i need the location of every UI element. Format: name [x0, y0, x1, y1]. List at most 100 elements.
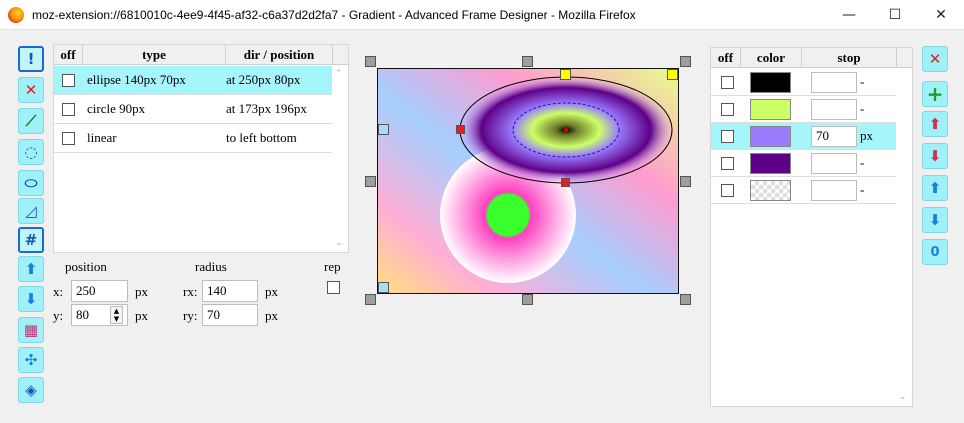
delete-icon: ✕: [24, 80, 38, 99]
rep-checkbox[interactable]: [327, 281, 340, 294]
color-swatch[interactable]: [750, 153, 791, 174]
frame-handle-l[interactable]: [365, 176, 376, 187]
flip-button[interactable]: ◈: [18, 377, 44, 403]
flip-horizontal-icon: ◈: [25, 380, 37, 399]
stop-unit: -: [860, 101, 865, 116]
color-grid-button[interactable]: ▦: [18, 317, 44, 343]
stop-input[interactable]: [811, 72, 857, 93]
firefox-icon: [8, 7, 24, 23]
rep-label: rep: [324, 259, 341, 274]
stop-input[interactable]: [811, 180, 857, 201]
linear-end-handle[interactable]: [378, 282, 389, 293]
add-ellipse-button[interactable]: ⬭: [18, 170, 44, 196]
ry-input[interactable]: 70: [202, 304, 258, 326]
move-stop-up-icon: ⬆: [928, 114, 942, 133]
scroll-up-icon[interactable]: ⌃: [335, 69, 343, 79]
stop-input[interactable]: [811, 99, 857, 120]
frame-handle-t[interactable]: [522, 56, 533, 67]
add-stop-button[interactable]: +: [922, 81, 948, 107]
stop-row[interactable]: -: [711, 177, 897, 204]
delete-stop-button[interactable]: ✕: [922, 46, 948, 72]
stop-off-checkbox[interactable]: [721, 157, 734, 170]
frame-handle-br[interactable]: [680, 294, 691, 305]
stop-row[interactable]: -: [711, 96, 897, 123]
delete-shape-button[interactable]: ✕: [18, 77, 44, 103]
ellipse-rx-handle[interactable]: [456, 125, 465, 134]
add-linear-gradient-icon: ⟋: [25, 111, 37, 130]
stop-off-checkbox[interactable]: [721, 184, 734, 197]
frame-handle-b[interactable]: [522, 294, 533, 305]
gradient-canvas[interactable]: [377, 68, 679, 294]
move-stop-down-icon: ⬇: [928, 146, 942, 165]
move-stop-up-button[interactable]: ⬆: [922, 111, 948, 137]
stop-list-scrollbar[interactable]: ⌄: [896, 68, 912, 406]
gradient-preview: [378, 69, 678, 293]
add-conic-button[interactable]: ◿: [18, 198, 44, 224]
frame-handle-bl[interactable]: [365, 294, 376, 305]
stop-row[interactable]: -: [711, 69, 897, 96]
stop-row[interactable]: 70 px: [711, 123, 897, 150]
maximize-button[interactable]: ☐: [872, 0, 918, 30]
center-icon: ✣: [24, 350, 38, 369]
scroll-down-icon[interactable]: ⌄: [899, 392, 907, 402]
stop-input[interactable]: 70: [811, 126, 857, 147]
y-label: y:: [53, 308, 64, 323]
header-dir-position: dir / position: [226, 45, 333, 65]
scroll-down-icon[interactable]: ⌄: [335, 238, 343, 248]
row-type: ellipse 140px 70px: [87, 72, 186, 87]
stop-off-checkbox[interactable]: [721, 103, 734, 116]
row-dir: to left bottom: [226, 130, 297, 145]
color-swatch[interactable]: [750, 126, 791, 147]
move-shape-down-button[interactable]: ⬇: [18, 286, 44, 312]
row-off-checkbox[interactable]: [62, 132, 75, 145]
color-swatch[interactable]: [750, 72, 791, 93]
header-type: type: [83, 45, 226, 65]
info-button[interactable]: !: [18, 46, 44, 72]
y-spinner[interactable]: ▲ ▼: [110, 306, 123, 324]
color-swatch[interactable]: [750, 99, 791, 120]
rx-input[interactable]: 140: [202, 280, 258, 302]
center-button[interactable]: ✣: [18, 347, 44, 373]
x-input[interactable]: 250: [71, 280, 128, 302]
window-title: moz-extension://6810010c-4ee9-4f45-af32-…: [32, 8, 636, 22]
row-off-checkbox[interactable]: [62, 103, 75, 116]
ellipse-corner-handle[interactable]: [667, 69, 678, 80]
stop-input[interactable]: [811, 153, 857, 174]
linear-direction-handle[interactable]: [378, 124, 389, 135]
ellipse-ry-handle[interactable]: [561, 178, 570, 187]
row-off-checkbox[interactable]: [62, 74, 75, 87]
table-row[interactable]: circle 90px at 173px 196px: [54, 95, 333, 124]
arrow-down-icon: ⬇: [928, 210, 942, 229]
minimize-button[interactable]: —: [826, 0, 872, 30]
move-stop-down-button[interactable]: ⬇: [922, 143, 948, 169]
stop-off-checkbox[interactable]: [721, 130, 734, 143]
move-shape-up-button[interactable]: ⬆: [18, 256, 44, 282]
position-label: position: [65, 259, 107, 274]
stop-header-stop: stop: [802, 48, 897, 68]
transparent-swatch[interactable]: [750, 180, 791, 201]
frame-handle-tr[interactable]: [680, 56, 691, 67]
frame-handle-r[interactable]: [680, 176, 691, 187]
stop-row[interactable]: -: [711, 150, 897, 177]
add-linear-button[interactable]: ⟋: [18, 108, 44, 134]
frame-handle-tl[interactable]: [365, 56, 376, 67]
close-window-button[interactable]: ✕: [918, 0, 964, 30]
add-circle-button[interactable]: ◌: [18, 139, 44, 165]
reset-zero-button[interactable]: 0: [922, 239, 948, 265]
table-row[interactable]: linear to left bottom: [54, 124, 333, 153]
delete-stop-icon: ✕: [928, 49, 942, 68]
table-row[interactable]: ellipse 140px 70px at 250px 80px: [54, 66, 333, 95]
ellipse-top-handle[interactable]: [560, 69, 571, 80]
add-stop-icon: +: [926, 82, 944, 106]
row-dir: at 250px 80px: [226, 72, 301, 87]
stop-header-off: off: [711, 48, 741, 68]
frame-select-button[interactable]: #: [18, 227, 44, 253]
stop-header-color: color: [741, 48, 802, 68]
row-type: circle 90px: [87, 101, 146, 116]
stop-up-button[interactable]: ⬆: [922, 175, 948, 201]
stop-down-button[interactable]: ⬇: [922, 207, 948, 233]
shape-list-scrollbar[interactable]: ⌃ ⌄: [332, 65, 348, 252]
info-icon: !: [27, 49, 35, 68]
row-type: linear: [87, 130, 117, 145]
stop-off-checkbox[interactable]: [721, 76, 734, 89]
